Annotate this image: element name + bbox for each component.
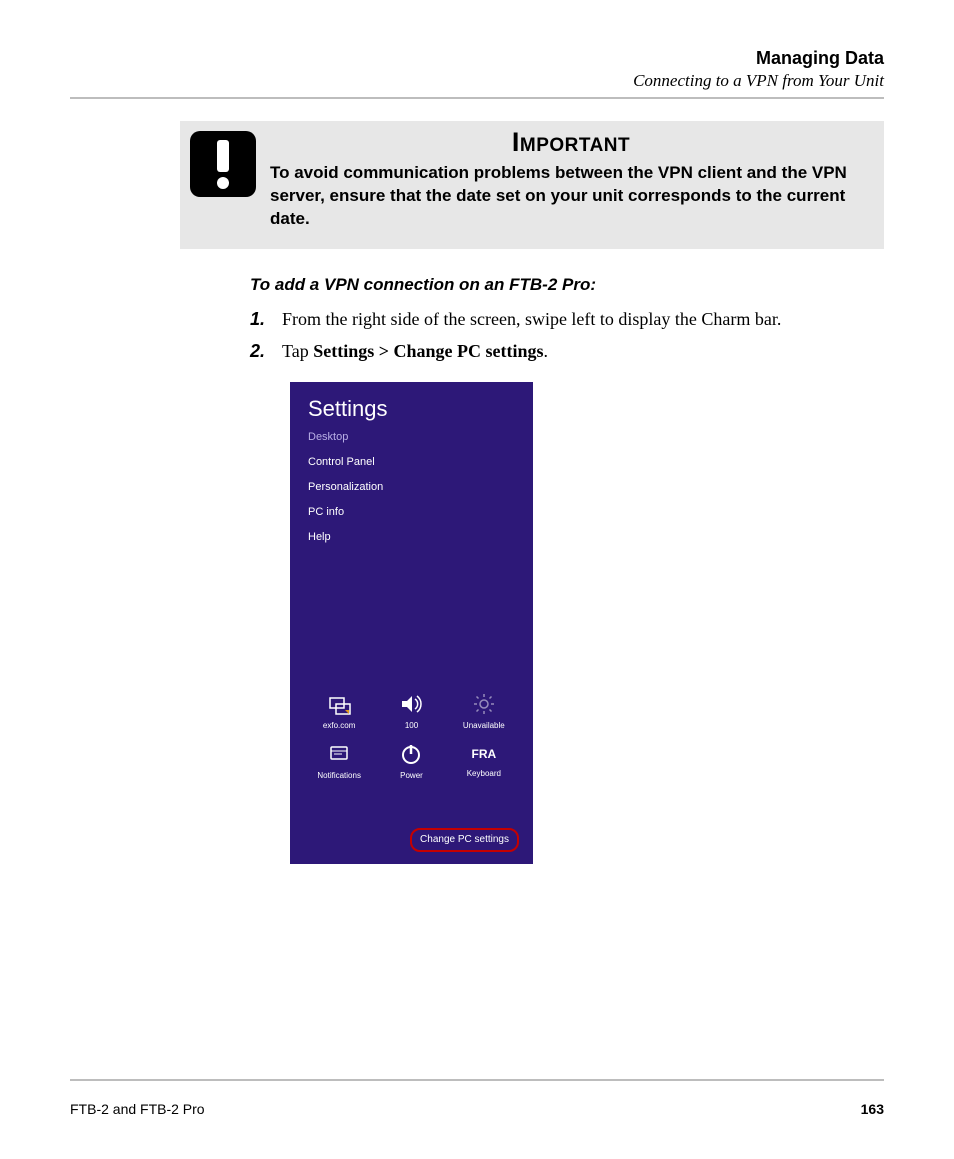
- document-page: Managing Data Connecting to a VPN from Y…: [0, 0, 954, 1159]
- notifications-icon: [327, 742, 351, 768]
- network-label: exfo.com: [323, 722, 355, 731]
- step-1: 1. From the right side of the screen, sw…: [250, 307, 884, 331]
- exclamation-icon: [190, 131, 256, 197]
- step-text-post: .: [544, 341, 549, 361]
- keyboard-lang: FRA: [471, 742, 496, 766]
- callout-text: To avoid communication problems between …: [270, 162, 872, 231]
- notifications-tile[interactable]: Notifications: [306, 742, 372, 781]
- brightness-icon: [472, 692, 496, 718]
- keyboard-tile[interactable]: FRA Keyboard: [451, 742, 517, 781]
- network-icon: [327, 692, 351, 718]
- important-callout: Important To avoid communication problem…: [180, 121, 884, 249]
- step-text: Tap Settings > Change PC settings.: [282, 339, 884, 363]
- volume-icon: [399, 692, 423, 718]
- brightness-label: Unavailable: [463, 722, 505, 731]
- volume-label: 100: [405, 722, 418, 731]
- page-number: 163: [861, 1101, 884, 1117]
- charm-link-personalization[interactable]: Personalization: [308, 482, 517, 493]
- charm-links: Desktop Control Panel Personalization PC…: [308, 432, 517, 543]
- settings-charm-panel: Settings Desktop Control Panel Personali…: [290, 382, 533, 864]
- charm-link-control-panel[interactable]: Control Panel: [308, 457, 517, 468]
- section-title: Connecting to a VPN from Your Unit: [70, 71, 884, 91]
- procedure-title: To add a VPN connection on an FTB-2 Pro:: [250, 275, 884, 295]
- charm-tile-grid: exfo.com 100 Unavailable: [306, 692, 517, 782]
- chapter-title: Managing Data: [70, 48, 884, 69]
- network-tile[interactable]: exfo.com: [306, 692, 372, 731]
- charm-link-pc-info[interactable]: PC info: [308, 507, 517, 518]
- footer-product: FTB-2 and FTB-2 Pro: [70, 1101, 205, 1117]
- procedure-block: To add a VPN connection on an FTB-2 Pro:…: [250, 275, 884, 864]
- charm-link-help[interactable]: Help: [308, 532, 517, 543]
- power-tile[interactable]: Power: [378, 742, 444, 781]
- keyboard-label: Keyboard: [467, 770, 501, 779]
- power-icon: [399, 742, 423, 768]
- charm-title: Settings: [308, 396, 517, 422]
- page-header: Managing Data Connecting to a VPN from Y…: [70, 48, 884, 91]
- page-footer: FTB-2 and FTB-2 Pro 163: [70, 1101, 884, 1117]
- step-number: 2.: [250, 339, 282, 363]
- footer-divider: [70, 1079, 884, 1081]
- step-text: From the right side of the screen, swipe…: [282, 307, 884, 331]
- header-divider: [70, 97, 884, 99]
- power-label: Power: [400, 772, 423, 781]
- change-pc-settings-link[interactable]: Change PC settings: [410, 828, 519, 852]
- callout-body: Important To avoid communication problem…: [270, 127, 872, 231]
- brightness-tile[interactable]: Unavailable: [451, 692, 517, 731]
- step-text-bold: Settings > Change PC settings: [313, 341, 543, 361]
- callout-title: Important: [270, 127, 872, 158]
- notifications-label: Notifications: [317, 772, 361, 781]
- step-number: 1.: [250, 307, 282, 331]
- step-2: 2. Tap Settings > Change PC settings.: [250, 339, 884, 363]
- volume-tile[interactable]: 100: [378, 692, 444, 731]
- charm-link-desktop[interactable]: Desktop: [308, 432, 517, 443]
- step-text-pre: Tap: [282, 341, 313, 361]
